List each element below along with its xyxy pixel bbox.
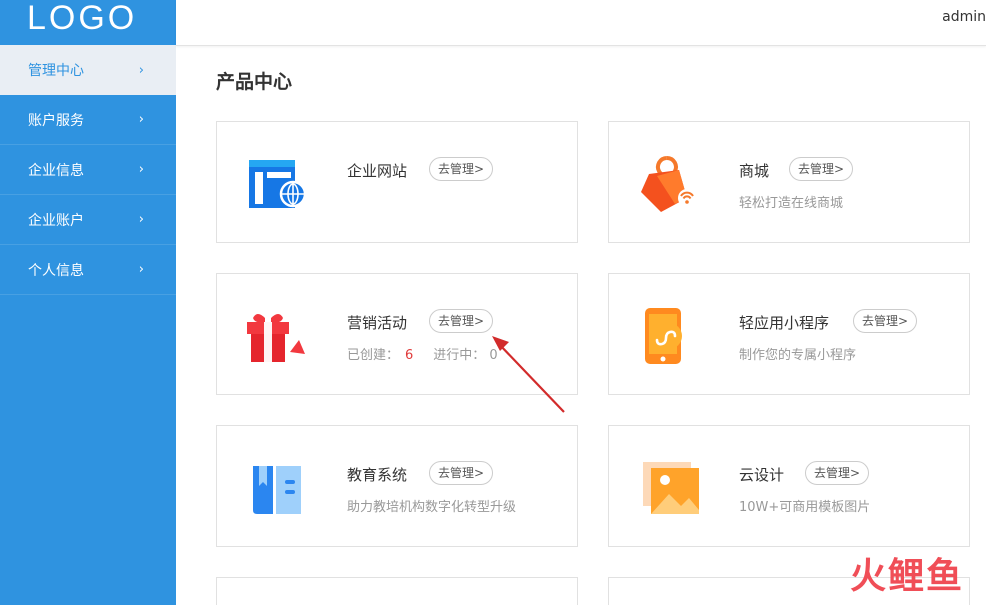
product-card-mini-program: 轻应用小程序 去管理> 制作您的专属小程序	[608, 273, 970, 395]
created-count: 6	[405, 348, 414, 363]
product-card-partial	[216, 577, 578, 605]
logo: LOGO	[27, 0, 138, 37]
user-name[interactable]: admin	[942, 9, 986, 25]
product-name: 商城	[739, 162, 770, 180]
chevron-right-icon: ›	[138, 62, 144, 78]
product-card-mall: 商城 去管理> 轻松打造在线商城	[608, 121, 970, 243]
manage-button[interactable]: 去管理>	[429, 309, 494, 333]
sidebar-item-account-service[interactable]: 账户服务 ›	[0, 95, 176, 145]
product-description: 10W+可商用模板图片	[739, 500, 871, 515]
manage-button[interactable]: 去管理>	[805, 461, 870, 485]
product-card-website: 企业网站 去管理>	[216, 121, 578, 243]
sidebar-item-company-account[interactable]: 企业账户 ›	[0, 195, 176, 245]
product-name: 轻应用小程序	[739, 314, 830, 332]
image-icon	[643, 462, 699, 514]
sidebar-item-personal-info[interactable]: 个人信息 ›	[0, 245, 176, 295]
created-label: 已创建：	[347, 348, 400, 363]
product-card-cloud-design: 云设计 去管理> 10W+可商用模板图片	[608, 425, 970, 547]
manage-button[interactable]: 去管理>	[429, 157, 494, 181]
sidebar: LOGO 管理中心 › 账户服务 › 企业信息 › 企业账户 › 个人信息 ›	[0, 0, 176, 605]
product-description: 助力教培机构数字化转型升级	[347, 500, 517, 515]
watermark-logo: 火鲤鱼	[849, 556, 964, 597]
product-card-education: 教育系统 去管理> 助力教培机构数字化转型升级	[216, 425, 578, 547]
book-icon	[253, 466, 301, 514]
product-name: 企业网站	[347, 162, 408, 180]
manage-button[interactable]: 去管理>	[429, 461, 494, 485]
gift-icon	[247, 314, 309, 362]
page-title: 产品中心	[216, 71, 293, 93]
sidebar-item-company-info[interactable]: 企业信息 ›	[0, 145, 176, 195]
sidebar-item-label: 账户服务	[28, 112, 84, 129]
running-count: 0	[489, 348, 498, 363]
shopping-tag-icon	[641, 156, 696, 212]
product-stats: 已创建： 6 进行中： 0	[347, 344, 498, 363]
chevron-right-icon: ›	[138, 212, 144, 227]
running-label: 进行中：	[433, 348, 486, 363]
manage-button[interactable]: 去管理>	[789, 157, 854, 181]
chevron-right-icon: ›	[138, 112, 144, 127]
sidebar-item-label: 企业信息	[28, 162, 84, 179]
sidebar-item-management-center[interactable]: 管理中心 ›	[0, 45, 176, 95]
product-description: 制作您的专属小程序	[739, 348, 857, 363]
product-card-marketing: 营销活动 去管理> 已创建： 6 进行中： 0	[216, 273, 578, 395]
product-name: 教育系统	[347, 466, 408, 484]
mini-program-phone-icon	[645, 308, 682, 364]
chevron-right-icon: ›	[138, 162, 144, 177]
product-description: 轻松打造在线商城	[739, 196, 844, 211]
product-name: 营销活动	[347, 314, 408, 332]
sidebar-item-label: 个人信息	[28, 262, 84, 279]
manage-button[interactable]: 去管理>	[853, 309, 918, 333]
sidebar-item-label: 管理中心	[28, 63, 84, 79]
top-header: admin	[176, 0, 986, 46]
sidebar-item-label: 企业账户	[28, 212, 84, 229]
website-icon	[249, 160, 307, 208]
product-name: 云设计	[739, 466, 785, 484]
chevron-right-icon: ›	[138, 262, 144, 277]
